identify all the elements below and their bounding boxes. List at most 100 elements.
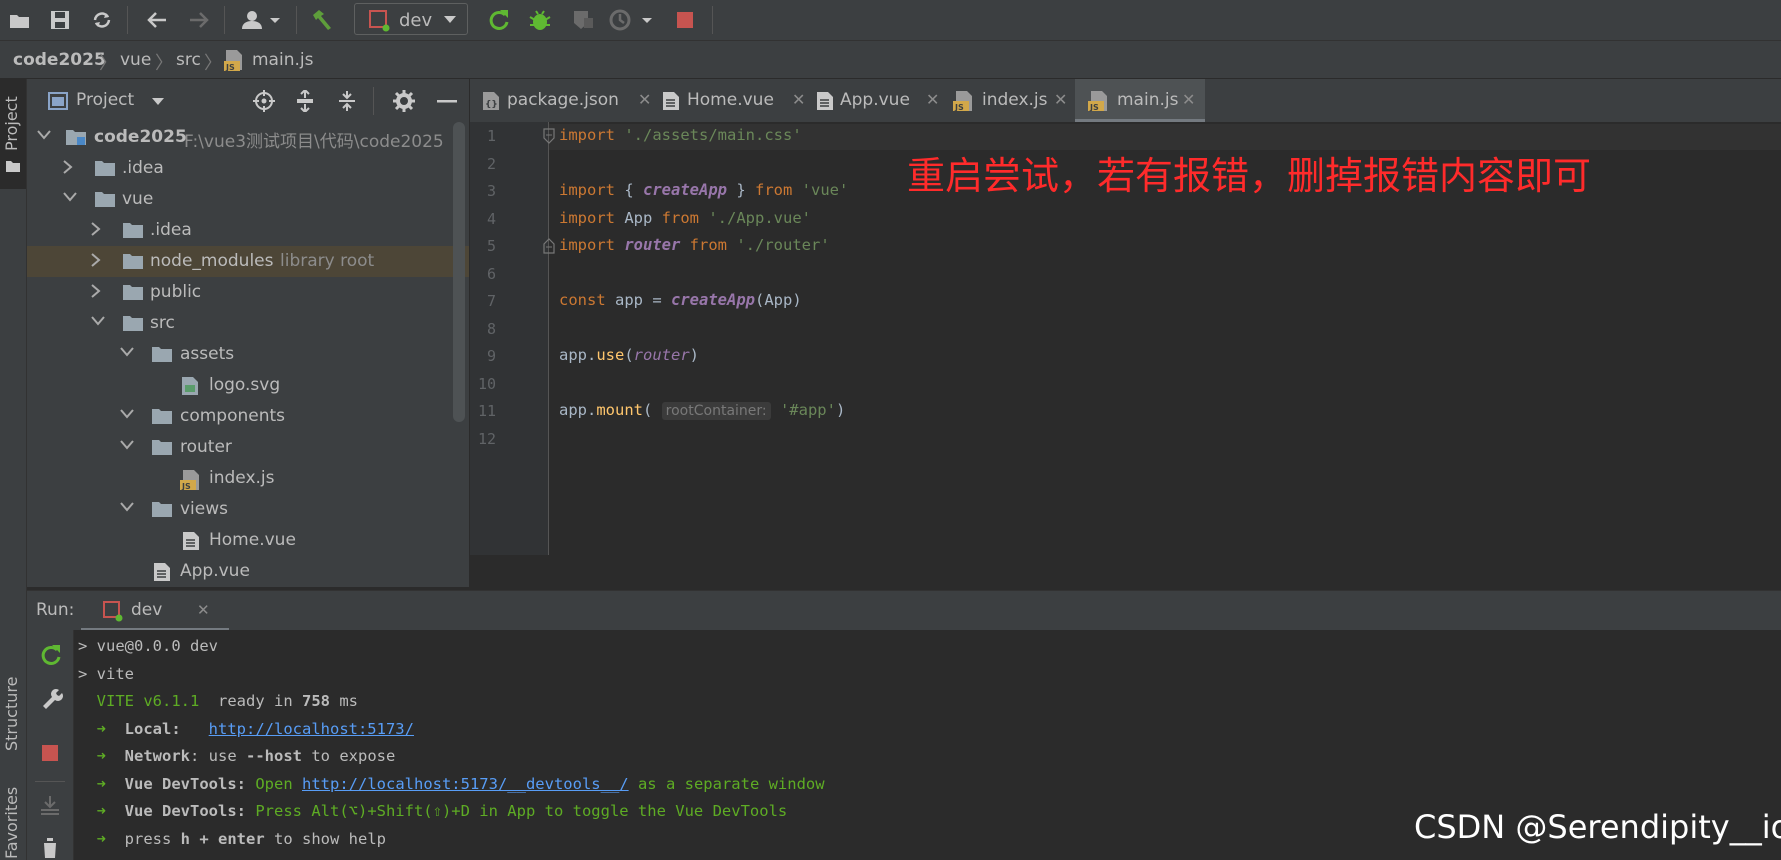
tab-home-vue[interactable]: Home.vue ✕ — [662, 79, 805, 122]
tree-item-views[interactable]: views — [27, 494, 469, 525]
tree-item-path: F:\vue3测试项目\代码\code2025 — [184, 132, 444, 152]
tree-item-idea[interactable]: .idea — [27, 153, 469, 184]
tree-item-src[interactable]: src — [27, 308, 469, 339]
project-tool-tab[interactable]: Project — [2, 96, 21, 151]
tree-item-label: App.vue — [180, 561, 250, 581]
console-line: > vite — [78, 665, 134, 683]
tab-package-json[interactable]: {} package.json ✕ — [482, 79, 651, 122]
npm-config-icon — [103, 601, 123, 622]
chevron-down-icon[interactable] — [151, 97, 165, 106]
debug-bug-icon[interactable] — [526, 6, 554, 34]
folder-icon — [123, 285, 143, 300]
tree-item-node-modules[interactable]: node_modules library root — [27, 246, 469, 277]
run-tab-dev[interactable]: dev ✕ — [81, 591, 229, 631]
open-folder-icon[interactable] — [6, 6, 34, 34]
tree-item-index-js[interactable]: JS index.js — [27, 463, 469, 494]
breadcrumb-item-src[interactable]: src — [176, 50, 201, 70]
close-icon[interactable]: ✕ — [792, 90, 805, 109]
tab-app-vue[interactable]: App.vue ✕ — [816, 79, 946, 122]
scroll-to-end-icon[interactable] — [39, 794, 61, 816]
line-number: 9 — [486, 347, 496, 365]
close-icon[interactable]: ✕ — [1182, 90, 1195, 109]
wrench-icon[interactable] — [39, 686, 63, 710]
tree-item-router[interactable]: router — [27, 432, 469, 463]
project-panel-title[interactable]: Project — [76, 90, 134, 110]
chevron-down-icon — [444, 16, 456, 23]
tree-item-vue-idea[interactable]: .idea — [27, 215, 469, 246]
forward-arrow-icon[interactable] — [185, 6, 213, 34]
svg-text:{}: {} — [485, 100, 498, 110]
console-line: ➜ Network: use --host to expose — [78, 747, 396, 765]
fold-marker-icon[interactable] — [543, 128, 555, 144]
console-line: VITE v6.1.1 ready in 758 ms — [78, 692, 358, 710]
run-config-label: dev — [399, 10, 433, 31]
save-icon[interactable] — [46, 6, 74, 34]
rerun-icon[interactable] — [39, 643, 63, 667]
close-icon[interactable]: ✕ — [197, 601, 210, 619]
project-tree-scrollbar[interactable] — [453, 122, 465, 422]
console-line: ➜ Vue DevTools: Open http://localhost:51… — [78, 775, 825, 793]
breadcrumb-item-file[interactable]: main.js — [252, 50, 313, 70]
parameter-hint: rootContainer: — [661, 402, 771, 420]
devtools-url-link[interactable]: http://localhost:5173/__devtools__/ — [302, 775, 629, 793]
locate-target-icon[interactable] — [253, 90, 275, 112]
tree-item-root[interactable]: code2025 F:\vue3测试项目\代码\code2025 — [27, 122, 469, 153]
code-line-4: import App from './App.vue' — [559, 209, 811, 227]
stop-icon[interactable] — [671, 6, 699, 34]
tree-item-label: node_modules — [150, 251, 274, 271]
tree-item-public[interactable]: public — [27, 277, 469, 308]
close-icon[interactable]: ✕ — [1054, 90, 1067, 109]
trash-icon[interactable] — [40, 837, 60, 859]
svg-text:JS: JS — [1089, 103, 1099, 112]
tree-item-home-vue[interactable]: Home.vue — [27, 525, 469, 556]
tree-item-components[interactable]: components — [27, 401, 469, 432]
tree-item-label: Home.vue — [209, 530, 296, 550]
folder-icon — [152, 409, 172, 424]
chevron-right-icon — [91, 284, 101, 298]
tab-index-js[interactable]: JS index.js ✕ — [952, 79, 1072, 122]
stop-icon[interactable] — [41, 744, 59, 762]
expand-all-icon[interactable] — [295, 90, 315, 112]
tree-item-app-vue[interactable]: App.vue — [27, 556, 469, 587]
line-number: 5 — [486, 237, 496, 255]
close-icon[interactable]: ✕ — [926, 90, 939, 109]
js-file-icon: JS — [180, 470, 199, 491]
structure-tool-tab[interactable]: Structure — [2, 677, 21, 751]
left-tool-stripe: Project Structure Favorites — [0, 79, 27, 860]
user-menu-icon[interactable] — [238, 6, 284, 34]
line-number: 8 — [486, 320, 496, 338]
line-number: 3 — [486, 182, 496, 200]
tree-item-assets[interactable]: assets — [27, 339, 469, 370]
chevron-down-icon — [63, 192, 77, 202]
close-icon[interactable]: ✕ — [638, 90, 651, 109]
local-url-link[interactable]: http://localhost:5173/ — [209, 720, 414, 738]
folder-icon — [123, 254, 143, 269]
favorites-tool-tab[interactable]: Favorites — [2, 787, 21, 859]
sync-icon[interactable] — [88, 6, 116, 34]
profiler-menu-icon[interactable] — [608, 6, 656, 34]
fold-marker-icon[interactable] — [543, 238, 555, 254]
npm-config-icon — [369, 10, 390, 32]
svg-file-icon — [182, 377, 198, 395]
console-line: ➜ press h + enter to show help — [78, 830, 386, 848]
tree-item-vue[interactable]: vue — [27, 184, 469, 215]
gear-icon[interactable] — [393, 90, 415, 112]
back-arrow-icon[interactable] — [143, 6, 171, 34]
coverage-icon[interactable] — [568, 6, 596, 34]
minimize-panel-icon[interactable] — [437, 100, 457, 103]
tree-item-logo-svg[interactable]: logo.svg — [27, 370, 469, 401]
project-tree: code2025 F:\vue3测试项目\代码\code2025 .idea v… — [27, 122, 469, 587]
folder-icon — [152, 502, 172, 517]
folder-icon — [152, 440, 172, 455]
rerun-icon[interactable] — [485, 6, 513, 34]
build-hammer-icon[interactable] — [308, 6, 336, 34]
folder-icon — [152, 347, 172, 362]
collapse-all-icon[interactable] — [337, 90, 357, 112]
breadcrumb-item-project[interactable]: code2025 — [13, 50, 106, 70]
svg-text:JS: JS — [225, 63, 235, 71]
module-folder-icon — [66, 130, 86, 145]
breadcrumb-item-vue[interactable]: vue — [120, 50, 151, 70]
run-configuration-dropdown[interactable]: dev — [354, 3, 468, 35]
run-panel-label: Run: — [36, 600, 75, 620]
tab-main-js[interactable]: JS main.js ✕ — [1075, 79, 1205, 122]
